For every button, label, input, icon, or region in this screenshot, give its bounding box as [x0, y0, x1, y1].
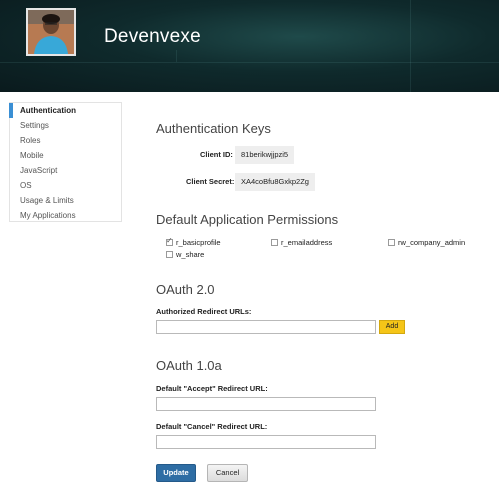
- avatar[interactable]: [26, 8, 76, 56]
- checkbox-rw-company-admin[interactable]: [388, 239, 395, 246]
- checkbox-r-emailaddress[interactable]: [271, 239, 278, 246]
- section-title-oauth2: OAuth 2.0: [156, 282, 215, 297]
- section-title-oauth1: OAuth 1.0a: [156, 358, 222, 373]
- redirect-urls-label: Authorized Redirect URLs:: [156, 307, 252, 316]
- client-id-label: Client ID:: [200, 150, 233, 159]
- sidebar-item-javascript[interactable]: JavaScript: [10, 163, 121, 178]
- cancel-button[interactable]: Cancel: [207, 464, 248, 482]
- checkbox-r-basicprofile[interactable]: [166, 236, 173, 246]
- sidebar-item-my-applications[interactable]: My Applications: [10, 208, 121, 223]
- client-id-value: 81berikwjjpzi5: [235, 146, 295, 164]
- client-secret-value: XA4coBfu8Gxkp2Zg: [235, 173, 315, 191]
- section-title-permissions: Default Application Permissions: [156, 212, 339, 227]
- sidebar-nav: Authentication Settings Roles Mobile Jav…: [9, 102, 122, 222]
- permission-label: r_basicprofile: [176, 238, 221, 247]
- add-button[interactable]: Add: [379, 320, 405, 334]
- cancel-redirect-label: Default "Cancel" Redirect URL:: [156, 422, 268, 431]
- permission-r-basicprofile[interactable]: r_basicprofile: [166, 236, 221, 247]
- permission-label: w_share: [176, 250, 205, 259]
- sidebar-item-settings[interactable]: Settings: [10, 118, 121, 133]
- checkbox-w-share[interactable]: [166, 251, 173, 258]
- user-avatar-icon: [28, 10, 74, 54]
- update-button[interactable]: Update: [156, 464, 196, 482]
- sidebar-item-usage-limits[interactable]: Usage & Limits: [10, 193, 121, 208]
- cancel-redirect-input[interactable]: [156, 435, 376, 449]
- client-secret-label: Client Secret:: [186, 177, 235, 186]
- permission-r-emailaddress[interactable]: r_emailaddress: [271, 238, 332, 247]
- permission-label: r_emailaddress: [281, 238, 333, 247]
- accept-redirect-label: Default "Accept" Redirect URL:: [156, 384, 268, 393]
- app-title: Devenvexe: [104, 26, 201, 47]
- permission-w-share[interactable]: w_share: [166, 250, 204, 259]
- section-title-auth-keys: Authentication Keys: [156, 121, 271, 136]
- sidebar-item-roles[interactable]: Roles: [10, 133, 121, 148]
- permission-rw-company-admin[interactable]: rw_company_admin: [388, 238, 465, 247]
- permission-label: rw_company_admin: [398, 238, 466, 247]
- redirect-urls-input[interactable]: [156, 320, 376, 334]
- sidebar-item-os[interactable]: OS: [10, 178, 121, 193]
- sidebar-item-authentication[interactable]: Authentication: [9, 103, 121, 118]
- header-decor-line: [176, 50, 177, 62]
- header-decor-line: [410, 0, 411, 92]
- header-decor-line: [0, 62, 499, 63]
- accept-redirect-input[interactable]: [156, 397, 376, 411]
- sidebar-item-mobile[interactable]: Mobile: [10, 148, 121, 163]
- app-header: Devenvexe: [0, 0, 499, 92]
